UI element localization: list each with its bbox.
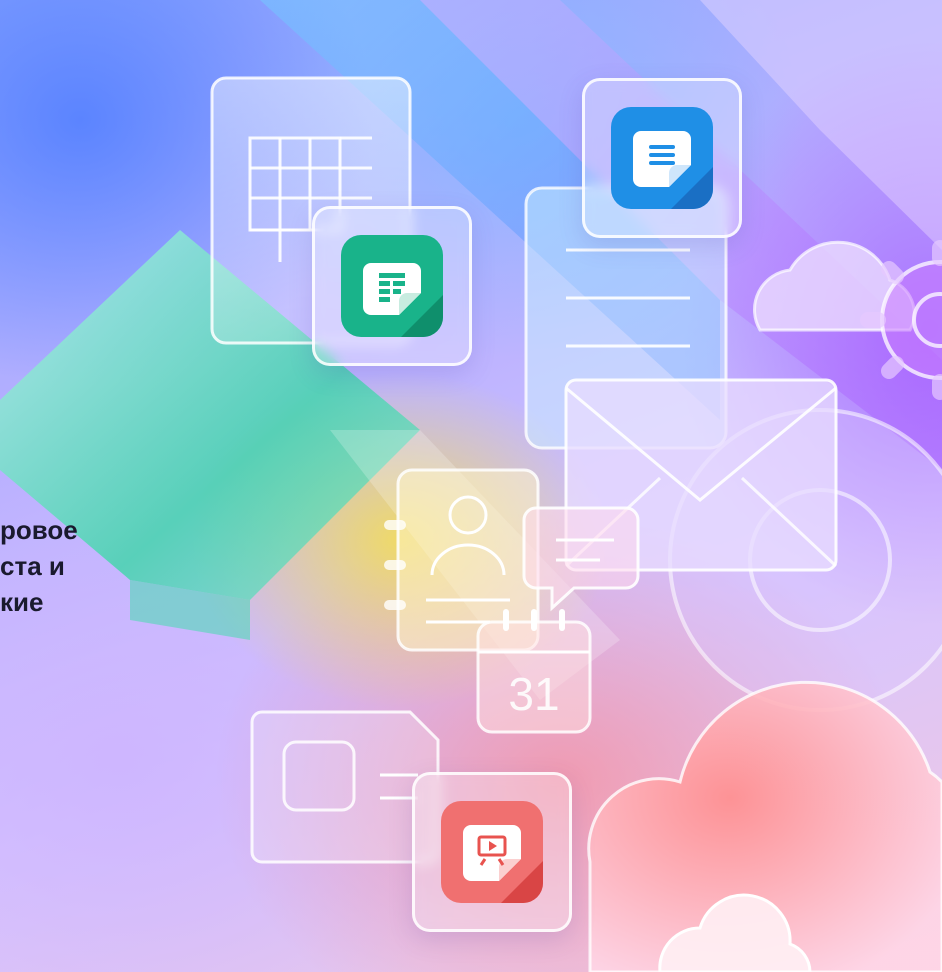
headline-line-2: ста и bbox=[0, 551, 65, 581]
headline-line-3: кие bbox=[0, 587, 44, 617]
document-app-icon bbox=[611, 107, 713, 209]
presentation-app-icon bbox=[441, 801, 543, 903]
headline: ровое ста и кие bbox=[0, 512, 190, 620]
calendar-day: 31 bbox=[508, 668, 560, 720]
spreadsheet-app-icon bbox=[341, 235, 443, 337]
calendar-icon: 31 bbox=[478, 660, 590, 730]
document-app-tile bbox=[582, 78, 742, 238]
presentation-app-tile bbox=[412, 772, 572, 932]
spreadsheet-app-tile bbox=[312, 206, 472, 366]
headline-line-1: ровое bbox=[0, 515, 78, 545]
